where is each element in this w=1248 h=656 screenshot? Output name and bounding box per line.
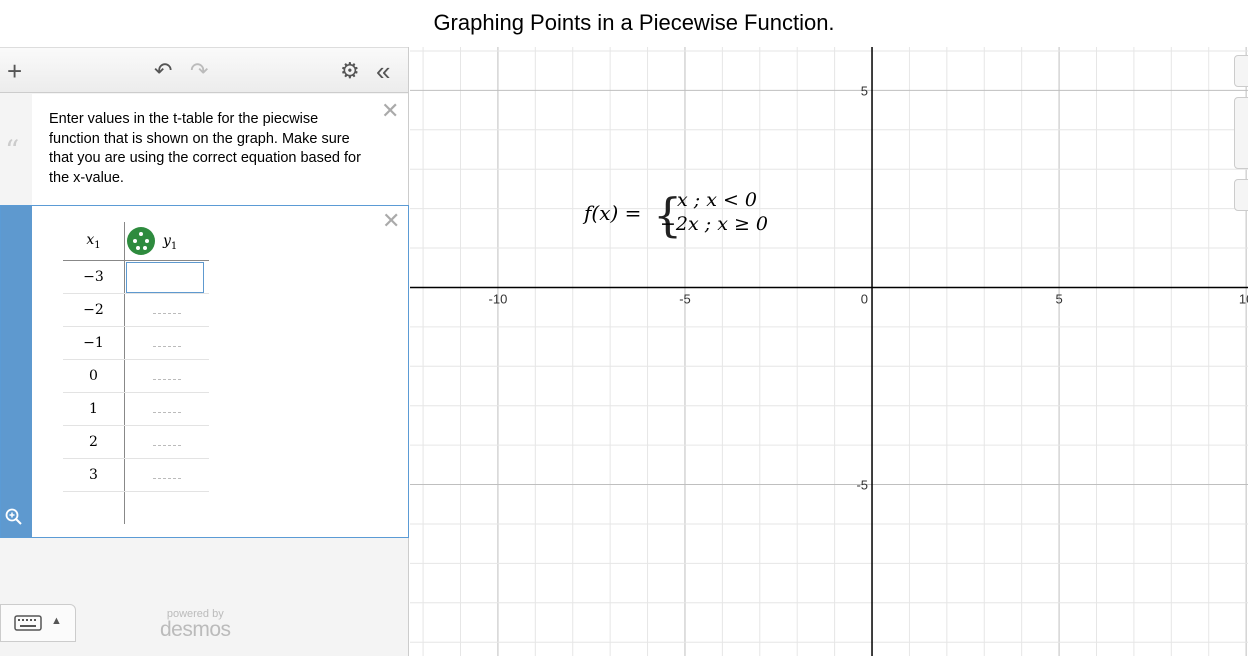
y-cell-empty: [125, 492, 210, 525]
y-cell-wrap: [124, 392, 209, 426]
caret-up-icon: ▲: [51, 615, 62, 627]
y-cell-input[interactable]: [126, 394, 204, 425]
zoom-buttons[interactable]: [1234, 97, 1248, 169]
expression-panel: + ↶ ↷ ⚙ « “ Enter values in the t-table …: [0, 47, 409, 656]
y-header-label: y: [163, 233, 171, 249]
x-cell: 1: [63, 392, 125, 426]
y-cell-input[interactable]: [126, 427, 204, 458]
panel-footer: ▲ powered by desmos: [0, 586, 408, 656]
y-tick-label: 5: [861, 83, 868, 98]
y-cell-wrap: [124, 293, 209, 327]
note-text: Enter values in the t-table for the piec…: [49, 111, 361, 186]
x-cell: −3: [63, 260, 125, 294]
table-row: 0: [63, 359, 209, 393]
empty-cell-placeholder: [153, 345, 181, 347]
x-cell-empty: [63, 491, 125, 524]
redo-button[interactable]: ↷: [190, 58, 208, 84]
y-cell-input[interactable]: [126, 328, 204, 359]
y-cell-wrap: [124, 326, 209, 360]
x-tick-label: 0: [861, 291, 868, 306]
table-row: 2: [63, 425, 209, 459]
x-tick-label: -10: [489, 291, 508, 306]
page-title: Graphing Points in a Piecewise Function.: [433, 10, 835, 35]
empty-cell-placeholder: [153, 477, 181, 479]
graph-paper[interactable]: -10-505105-5 f(x) = { x ; x < 0 −2x ; x …: [410, 47, 1248, 656]
y-cell-input[interactable]: [126, 361, 204, 392]
y-tick-label: -5: [856, 478, 868, 493]
x-column-header[interactable]: x1: [63, 222, 125, 261]
x-cell: 3: [63, 458, 125, 492]
empty-cell-placeholder: [153, 378, 181, 380]
formula-case-2: −2x ; x ≥ 0: [660, 213, 769, 235]
y-header-subscript: 1: [170, 240, 178, 252]
delete-table-close-icon[interactable]: ✕: [382, 210, 400, 232]
desmos-logo-text: desmos: [160, 618, 231, 641]
empty-cell-placeholder: [153, 411, 181, 413]
formula-case-1: x ; x < 0: [677, 189, 757, 211]
powered-by-desmos[interactable]: powered by desmos: [160, 608, 231, 642]
quote-icon: “: [5, 134, 20, 167]
table-row: [63, 491, 210, 525]
y-column-header[interactable]: y1: [124, 222, 209, 261]
y-cell-input[interactable]: [126, 460, 204, 491]
x-cell: −2: [63, 293, 125, 327]
collapse-panel-button[interactable]: «: [376, 58, 390, 84]
empty-cell-placeholder: [153, 444, 181, 446]
y-cell-wrap: [124, 260, 209, 294]
point-style-icon[interactable]: [127, 227, 155, 255]
x-tick-label: 5: [1055, 291, 1062, 306]
undo-button[interactable]: ↶: [154, 58, 172, 84]
table-row: 1: [63, 392, 209, 426]
x-cell: 0: [63, 359, 125, 393]
x-tick-label: 10: [1239, 291, 1248, 306]
y-cell-wrap: [124, 458, 209, 492]
table-item[interactable]: ✕ x1 y1 −3 −2 −1 0 1 2 3: [0, 205, 409, 538]
x-cell: −1: [63, 326, 125, 360]
zoom-fit-icon[interactable]: [5, 508, 23, 526]
table-header-row: x1 y1: [63, 222, 209, 261]
table-item-gutter: [1, 206, 32, 537]
y-cell-input[interactable]: [126, 295, 204, 326]
keypad-toggle-button[interactable]: ▲: [0, 604, 76, 642]
settings-gear-icon[interactable]: ⚙: [340, 58, 360, 84]
y-cell-wrap: [124, 359, 209, 393]
x-tick-label: -5: [679, 291, 691, 306]
x-header-subscript: 1: [94, 239, 101, 251]
y-cell-wrap: [124, 425, 209, 459]
t-table: x1 y1 −3 −2 −1 0 1 2 3: [63, 222, 209, 524]
edit-graph-button[interactable]: [1234, 55, 1248, 87]
home-view-button[interactable]: [1234, 179, 1248, 211]
x-cell: 2: [63, 425, 125, 459]
table-row: 3: [63, 458, 209, 492]
table-row: −3: [63, 260, 209, 294]
table-row: −2: [63, 293, 209, 327]
graph-grid: -10 -5 0 5 10 5 -5: [410, 47, 1248, 656]
formula-lhs: f(x) =: [584, 201, 642, 225]
keyboard-icon: [14, 615, 42, 631]
empty-cell-placeholder: [153, 312, 181, 314]
delete-note-close-icon[interactable]: ✕: [381, 100, 399, 122]
table-row: −1: [63, 326, 209, 360]
expression-toolbar: + ↶ ↷ ⚙ «: [0, 47, 408, 93]
add-item-button[interactable]: +: [7, 58, 22, 84]
y-cell-input[interactable]: [126, 261, 204, 293]
